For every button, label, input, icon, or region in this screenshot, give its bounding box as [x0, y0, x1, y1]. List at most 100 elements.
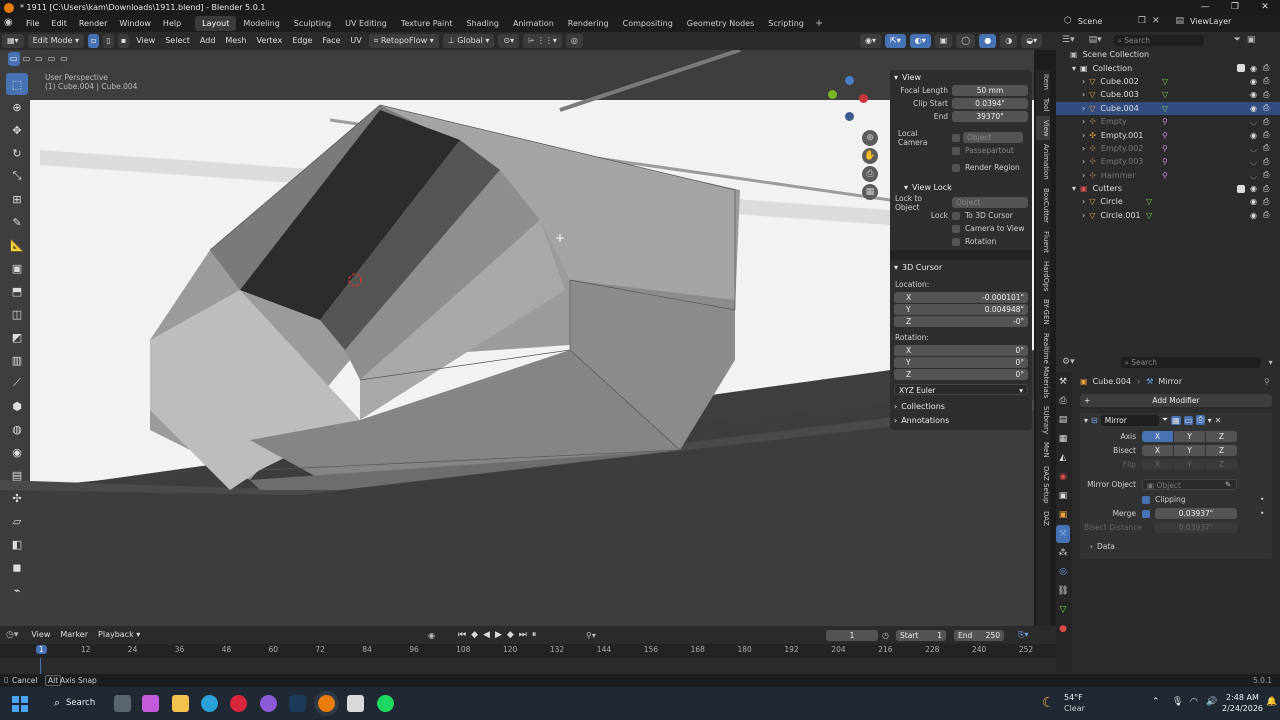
- minimize-button[interactable]: —: [1190, 0, 1220, 15]
- header-menu-view[interactable]: View: [131, 32, 160, 50]
- menu-help[interactable]: Help: [157, 15, 187, 32]
- auto-key-icon[interactable]: ⏸: [532, 630, 537, 640]
- modifier-tab-icon[interactable]: ⚒: [1056, 525, 1070, 543]
- vertex-group-icon[interactable]: ⏷: [1162, 415, 1168, 425]
- menu-edit[interactable]: Edit: [45, 15, 73, 32]
- shading-material[interactable]: ◑: [1000, 34, 1018, 48]
- modifier-dropdown-icon[interactable]: ▾: [1208, 416, 1212, 425]
- flip-x-toggle[interactable]: X: [1142, 459, 1173, 470]
- proportional-edit-toggle[interactable]: ◎: [565, 34, 583, 48]
- bisect-distance-field[interactable]: 0.03937": [1155, 522, 1237, 533]
- clip-end-field[interactable]: 39370": [952, 111, 1028, 122]
- edit-mode-toggle-icon[interactable]: ▦: [1171, 415, 1181, 425]
- playhead-line[interactable]: [40, 658, 41, 674]
- cursor-tool-icon[interactable]: ⊕: [6, 96, 28, 118]
- mesh-viewport-canvas[interactable]: +: [0, 50, 1034, 626]
- gizmo-y-axis-icon[interactable]: [828, 90, 837, 99]
- clipping-checkbox[interactable]: [1142, 495, 1150, 504]
- visibility-eye-icon[interactable]: ◉: [1250, 90, 1257, 99]
- blender-taskbar-icon[interactable]: [318, 695, 335, 712]
- smooth-tool-icon[interactable]: ◉: [6, 441, 28, 463]
- object-tab-icon[interactable]: ▣: [1056, 506, 1070, 524]
- wifi-icon[interactable]: ◠: [1190, 697, 1198, 707]
- sidebar-tab-hardops[interactable]: HardOps: [1036, 257, 1050, 295]
- header-menu-mesh[interactable]: Mesh: [220, 32, 251, 50]
- object-data-icon[interactable]: ⚲: [1162, 144, 1168, 153]
- snap-toggle[interactable]: ⌲ ⋮⋮▾: [523, 34, 562, 48]
- expand-arrow-icon[interactable]: ›: [1082, 131, 1085, 140]
- scene-name[interactable]: Scene: [1078, 17, 1138, 26]
- outliner-item[interactable]: › ✣ Empty.001 ⚲ ◉ ⎙: [1056, 128, 1280, 141]
- render-camera-icon[interactable]: ⎙: [1263, 130, 1269, 140]
- cursor-z-field[interactable]: Z -0": [894, 316, 1028, 327]
- play-reverse-icon[interactable]: ◀: [483, 630, 490, 640]
- retopoflow-dropdown[interactable]: ⌗ RetopoFlow ▾: [368, 34, 439, 48]
- vertex-select-button[interactable]: ▫: [87, 34, 100, 48]
- microphone-icon[interactable]: 🎙: [1172, 697, 1183, 707]
- local-camera-checkbox[interactable]: [952, 133, 960, 142]
- local-camera-object-field[interactable]: Object: [963, 132, 1023, 143]
- outliner-search-input[interactable]: ⌕ Search: [1113, 34, 1204, 46]
- menu-window[interactable]: Window: [113, 15, 157, 32]
- expand-arrow-icon[interactable]: ▾: [1072, 64, 1076, 73]
- move-tool-icon[interactable]: ✥: [6, 119, 28, 141]
- outliner-item[interactable]: › ▽ Cube.004 ▽ ◉ ⎙: [1056, 101, 1280, 115]
- new-collection-icon[interactable]: ▣: [1247, 35, 1256, 45]
- collections-panel-header[interactable]: › Collections: [890, 399, 1032, 413]
- clock-date[interactable]: 2/24/2026: [1222, 704, 1263, 713]
- data-tab-icon[interactable]: ▽: [1056, 601, 1070, 619]
- render-region-checkbox[interactable]: [952, 163, 960, 172]
- clip-start-field[interactable]: 0.0394": [952, 98, 1028, 109]
- record-icon[interactable]: ◉: [428, 631, 435, 640]
- workspace-tab-compositing[interactable]: Compositing: [616, 16, 680, 31]
- tool-tab-icon[interactable]: ⚒: [1056, 373, 1070, 391]
- expand-arrow-icon[interactable]: ›: [1082, 197, 1085, 206]
- properties-search-input[interactable]: ⌕ Search: [1120, 356, 1261, 368]
- copilot-icon[interactable]: [142, 695, 159, 712]
- cutters-checkbox[interactable]: [1237, 184, 1245, 193]
- visibility-dropdown[interactable]: ◉▾: [860, 34, 881, 48]
- workspace-tab-shading[interactable]: Shading: [459, 16, 506, 31]
- zoom-icon[interactable]: ⊕: [862, 130, 878, 146]
- axis-x-toggle[interactable]: X: [1142, 431, 1173, 442]
- workspace-tab-texture-paint[interactable]: Texture Paint: [394, 16, 460, 31]
- sidebar-tab-view[interactable]: View: [1036, 115, 1050, 141]
- collection-visibility-icon[interactable]: ◉: [1250, 64, 1257, 73]
- world-tab-icon[interactable]: ◉: [1056, 468, 1070, 486]
- outliner-item[interactable]: › ▽ Cube.003 ▽ ◉ ⎙: [1056, 88, 1280, 101]
- modifier-collapse-icon[interactable]: ▾: [1084, 416, 1088, 425]
- object-data-icon[interactable]: ⚲: [1162, 171, 1168, 180]
- header-menu-add[interactable]: Add: [195, 32, 221, 50]
- object-data-icon[interactable]: ⚲: [1162, 131, 1168, 140]
- sidebar-tab-boxcutter[interactable]: BoxCutter: [1036, 184, 1050, 227]
- outliner-item[interactable]: › ✣ Empty.002 ⚲ ◡ ⎙: [1056, 142, 1280, 155]
- boxcutter-tool-icon[interactable]: ◼: [6, 556, 28, 578]
- 3d-viewport[interactable]: + User Perspective (1) Cube.004 | Cube.0…: [0, 50, 1034, 626]
- spin-tool-icon[interactable]: ◍: [6, 418, 28, 440]
- select-subtract-icon[interactable]: ▭: [33, 52, 45, 66]
- output-tab-icon[interactable]: ▤: [1056, 411, 1070, 429]
- view-layer-name[interactable]: ViewLayer: [1190, 17, 1240, 26]
- sidebar-tab-men[interactable]: MeN: [1036, 438, 1050, 462]
- maximize-button[interactable]: ❐: [1220, 0, 1250, 15]
- flip-z-toggle[interactable]: Z: [1206, 459, 1237, 470]
- lock-to-object-field[interactable]: Object: [952, 197, 1028, 208]
- volume-icon[interactable]: 🔊: [1206, 697, 1217, 707]
- data-subpanel-header[interactable]: › Data: [1080, 540, 1272, 553]
- select-new-icon[interactable]: ▭: [8, 52, 20, 66]
- taskbar-search-label[interactable]: Search: [66, 698, 95, 708]
- workspace-tab-animation[interactable]: Animation: [506, 16, 561, 31]
- play-icon[interactable]: ▶: [495, 630, 502, 640]
- visibility-eye-icon[interactable]: ◡: [1250, 157, 1257, 166]
- outliner-item[interactable]: › ✣ Hammer ⚲ ◡ ⎙: [1056, 169, 1280, 182]
- face-select-button[interactable]: ▪: [117, 34, 130, 48]
- edge-select-button[interactable]: ▯: [103, 34, 114, 48]
- extrude-tool-icon[interactable]: ⬒: [6, 280, 28, 302]
- visibility-eye-icon[interactable]: ◡: [1250, 171, 1257, 180]
- realtime-toggle-icon[interactable]: ▭: [1183, 415, 1194, 425]
- spotify-icon[interactable]: [377, 695, 394, 712]
- mode-dropdown[interactable]: Edit Mode ▾: [27, 34, 84, 48]
- header-menu-vertex[interactable]: Vertex: [251, 32, 287, 50]
- mirror-object-field[interactable]: ▣ Object: [1142, 479, 1237, 490]
- cursor-rot-y-field[interactable]: Y 0°: [894, 357, 1028, 368]
